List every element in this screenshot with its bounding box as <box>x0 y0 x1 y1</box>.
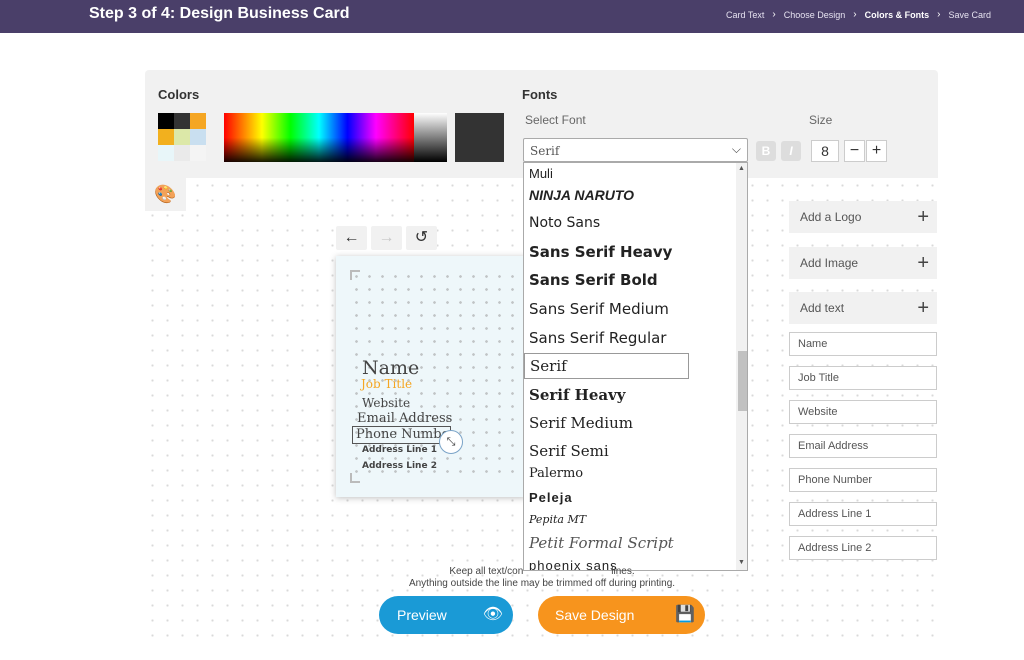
scroll-down-icon[interactable]: ▼ <box>738 559 745 566</box>
font-size-input[interactable]: 8 <box>811 140 839 162</box>
font-option[interactable]: Pepita MT <box>529 513 586 526</box>
chevron-right-icon: › <box>853 9 857 20</box>
address-line-2-field[interactable]: Address Line 2 <box>789 536 937 560</box>
card-name[interactable]: Name <box>362 357 419 379</box>
font-option[interactable]: Sans Serif Regular <box>529 329 666 347</box>
font-dropdown-list: Muli NINJA NARUTO Noto Sans Sans Serif H… <box>523 162 748 571</box>
preview-label: Preview <box>397 607 447 623</box>
print-note-line1-tail: lines. <box>611 566 635 577</box>
font-option[interactable]: Serif Medium <box>529 414 633 432</box>
print-note: Keep all text/con lines. Anything outside… <box>360 566 724 590</box>
chevron-right-icon: › <box>772 9 776 20</box>
save-design-button[interactable]: Save Design 💾 <box>538 596 705 634</box>
card-address-2[interactable]: Address Line 2 <box>362 461 437 471</box>
font-option[interactable]: Noto Sans <box>529 215 600 231</box>
scrollbar-thumb[interactable] <box>738 351 747 411</box>
add-logo-label: Add a Logo <box>800 210 862 224</box>
top-bar: Step 3 of 4: Design Business Card Card T… <box>0 0 1024 33</box>
color-swatch[interactable] <box>158 145 174 161</box>
color-spectrum-picker[interactable] <box>224 113 414 162</box>
page-title: Step 3 of 4: Design Business Card <box>89 5 350 22</box>
email-field[interactable]: Email Address <box>789 434 937 458</box>
print-note-line1: Keep all text/con <box>449 566 524 577</box>
reset-icon[interactable]: ↺ <box>406 226 437 250</box>
chevron-down-icon: ⌵ <box>731 142 741 156</box>
resize-handle-icon[interactable]: ⤡ <box>439 430 463 454</box>
breadcrumb-card-text[interactable]: Card Text <box>726 10 764 20</box>
add-logo-button[interactable]: Add a Logo + <box>789 201 937 233</box>
phone-field[interactable]: Phone Number <box>789 468 937 492</box>
card-website[interactable]: Website <box>362 396 410 410</box>
color-swatch[interactable] <box>174 145 190 161</box>
add-image-label: Add Image <box>800 256 859 270</box>
history-toolbar: ← → ↺ <box>336 226 437 250</box>
size-increase-button[interactable]: + <box>866 140 887 162</box>
undo-icon[interactable]: ← <box>336 226 367 250</box>
font-option[interactable]: Sans Serif Medium <box>529 300 669 318</box>
save-design-label: Save Design <box>555 607 635 623</box>
add-text-button[interactable]: Add text + <box>789 292 937 324</box>
scroll-up-icon[interactable]: ▲ <box>738 165 745 172</box>
color-swatch[interactable] <box>190 129 206 145</box>
fonts-heading: Fonts <box>522 87 558 102</box>
address-line-1-field[interactable]: Address Line 1 <box>789 502 937 526</box>
card-job-title[interactable]: Job Title <box>361 377 412 391</box>
breadcrumb-colors-fonts[interactable]: Colors & Fonts <box>865 10 930 20</box>
dropdown-scrollbar[interactable]: ▲ ▼ <box>736 163 747 570</box>
breadcrumb: Card Text › Choose Design › Colors & Fonts… <box>726 9 991 20</box>
card-phone[interactable]: Phone Number <box>352 426 451 444</box>
color-swatch[interactable] <box>190 145 206 161</box>
job-title-field[interactable]: Job Title <box>789 366 937 390</box>
card-email[interactable]: Email Address <box>357 411 452 426</box>
plus-icon: + <box>917 297 929 319</box>
eye-icon: 👁 <box>482 606 503 623</box>
add-text-label: Add text <box>800 301 845 315</box>
colors-heading: Colors <box>158 87 200 102</box>
font-option-selected[interactable]: Serif <box>524 353 689 379</box>
color-swatch[interactable] <box>158 129 174 145</box>
font-select[interactable]: Serif ⌵ <box>523 138 748 162</box>
color-swatch[interactable] <box>190 113 206 129</box>
font-option[interactable]: NINJA NARUTO <box>529 187 634 203</box>
plus-icon: + <box>917 252 929 274</box>
font-option[interactable]: Peleja <box>529 490 573 505</box>
brightness-picker[interactable] <box>414 113 447 162</box>
palette-icon[interactable]: 🎨 <box>145 178 186 211</box>
card-address-1[interactable]: Address Line 1 <box>362 445 437 455</box>
font-option[interactable]: Palermo <box>529 466 583 481</box>
website-field[interactable]: Website <box>789 400 937 424</box>
chevron-right-icon: › <box>937 9 941 20</box>
size-decrease-button[interactable]: − <box>844 140 865 162</box>
bold-button[interactable]: B <box>756 141 776 161</box>
font-option[interactable]: Sans Serif Bold <box>529 271 658 289</box>
color-swatch-grid <box>158 113 206 161</box>
business-card-preview[interactable]: Name Job Title Website Email Address Pho… <box>336 256 530 497</box>
floppy-icon: 💾 <box>675 606 695 623</box>
name-field[interactable]: Name <box>789 332 937 356</box>
plus-icon: + <box>917 206 929 228</box>
font-option[interactable]: Muli <box>529 166 553 181</box>
redo-icon[interactable]: → <box>371 226 402 250</box>
add-image-button[interactable]: Add Image + <box>789 247 937 279</box>
preview-button[interactable]: Preview 👁 <box>379 596 513 634</box>
current-color-preview <box>455 113 504 162</box>
crop-mark <box>350 270 360 280</box>
crop-mark <box>350 473 360 483</box>
font-option[interactable]: Sans Serif Heavy <box>529 243 672 261</box>
breadcrumb-choose-design[interactable]: Choose Design <box>784 10 846 20</box>
color-swatch[interactable] <box>174 113 190 129</box>
color-swatch[interactable] <box>158 113 174 129</box>
font-option[interactable]: Serif Heavy <box>529 386 626 404</box>
font-option[interactable]: Serif Semi <box>529 442 609 460</box>
italic-button[interactable]: I <box>781 141 801 161</box>
color-swatch[interactable] <box>174 129 190 145</box>
font-select-value: Serif <box>530 144 560 158</box>
breadcrumb-save-card[interactable]: Save Card <box>948 10 991 20</box>
select-font-label: Select Font <box>525 113 586 127</box>
size-label: Size <box>809 113 833 127</box>
print-note-line2: Anything outside the line may be trimmed… <box>408 578 676 589</box>
font-option[interactable]: Petit Formal Script <box>529 534 674 552</box>
